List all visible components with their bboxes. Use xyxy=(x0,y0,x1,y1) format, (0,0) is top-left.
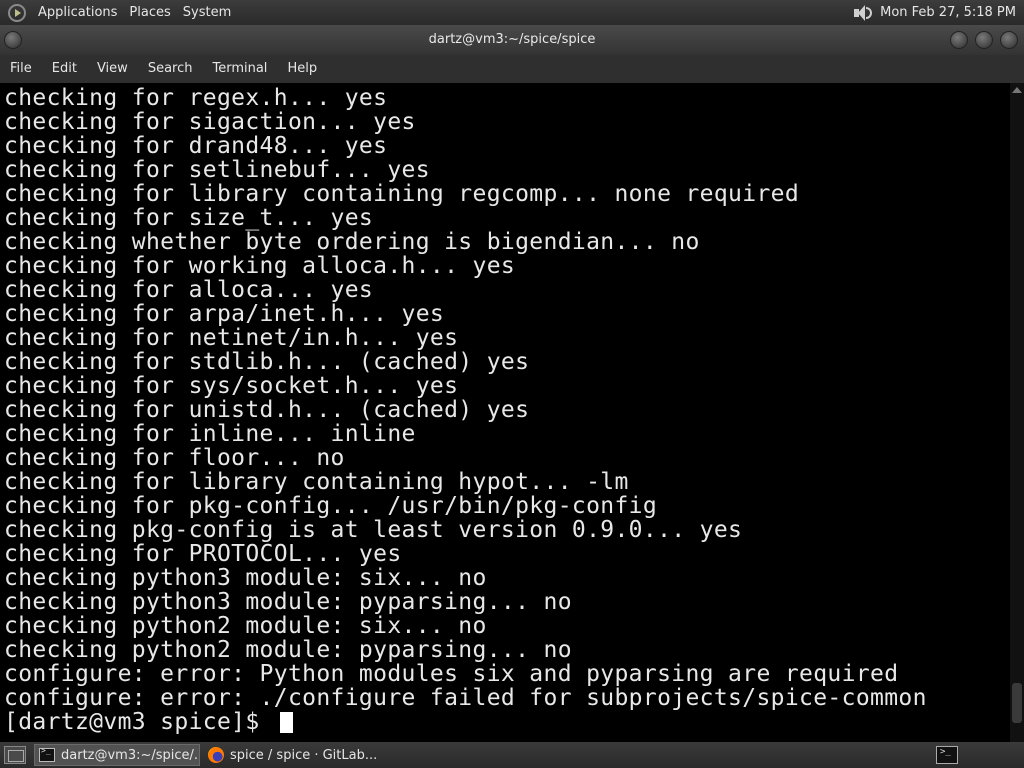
panel-menu-system[interactable]: System xyxy=(177,0,237,25)
terminal-line: checking for sigaction... yes xyxy=(4,109,416,135)
menu-help[interactable]: Help xyxy=(277,55,327,83)
terminal-line: checking for alloca... yes xyxy=(4,277,374,303)
scrollbar-thumb[interactable] xyxy=(1012,683,1022,723)
panel-menu-label: System xyxy=(182,5,232,20)
text-cursor xyxy=(279,711,293,733)
window-title: dartz@vm3:~/spice/spice xyxy=(428,32,596,47)
panel-menu-applications[interactable]: Applications xyxy=(32,0,123,25)
menu-edit[interactable]: Edit xyxy=(42,55,87,83)
terminal-line: checking python2 module: pyparsing... no xyxy=(4,637,572,663)
volume-icon[interactable] xyxy=(852,4,873,22)
terminal-line: checking python3 module: six... no xyxy=(4,565,487,591)
taskbar-item-label: spice / spice · GitLab... xyxy=(230,747,378,763)
terminal-line: checking for floor... no xyxy=(4,445,345,471)
distro-logo-icon[interactable] xyxy=(8,3,26,22)
show-desktop-icon[interactable] xyxy=(4,746,26,764)
shell-prompt: [dartz@vm3 spice]$ xyxy=(4,709,274,735)
terminal-icon xyxy=(39,746,55,762)
firefox-icon xyxy=(208,747,224,763)
minimize-button[interactable] xyxy=(950,31,968,49)
terminal-line: configure: error: Python modules six and… xyxy=(4,661,899,687)
close-button[interactable] xyxy=(1000,31,1018,49)
terminal-line: checking for inline... inline xyxy=(4,421,416,447)
menu-search[interactable]: Search xyxy=(138,55,203,83)
menu-view[interactable]: View xyxy=(87,55,138,83)
panel-clock[interactable]: Mon Feb 27, 5:18 PM xyxy=(880,5,1016,20)
top-panel: Applications Places System Mon Feb 27, 5… xyxy=(0,0,1024,25)
terminal-line: checking for size_t... yes xyxy=(4,205,374,231)
terminal-line: checking for unistd.h... (cached) yes xyxy=(4,397,530,423)
terminal-line: checking pkg-config is at least version … xyxy=(4,517,743,543)
tray-terminal-icon[interactable] xyxy=(936,746,958,764)
terminal-line: checking for netinet/in.h... yes xyxy=(4,325,459,351)
terminal-line: checking for sys/socket.h... yes xyxy=(4,373,459,399)
terminal-line: checking for stdlib.h... (cached) yes xyxy=(4,349,530,375)
maximize-button[interactable] xyxy=(975,31,993,49)
panel-menu-places[interactable]: Places xyxy=(123,0,176,25)
bottom-taskbar: dartz@vm3:~/spice/... spice / spice · Gi… xyxy=(0,742,1024,768)
terminal-line: checking python2 module: six... no xyxy=(4,613,487,639)
window-menu-button[interactable] xyxy=(4,31,22,49)
terminal-scrollbar[interactable] xyxy=(1010,83,1024,742)
scroll-up-arrow-icon[interactable] xyxy=(1012,87,1022,93)
terminal-line: checking whether byte ordering is bigend… xyxy=(4,229,700,255)
shell-prompt-line[interactable]: [dartz@vm3 spice]$ xyxy=(4,710,1010,734)
panel-tray: Mon Feb 27, 5:18 PM xyxy=(852,0,1024,25)
panel-menu-label: Places xyxy=(129,5,171,20)
terminal-line: checking for library containing regcomp.… xyxy=(4,181,800,207)
terminal-line: checking for library containing hypot...… xyxy=(4,469,629,495)
terminal-line: checking for working alloca.h... yes xyxy=(4,253,516,279)
terminal-line: checking for setlinebuf... yes xyxy=(4,157,430,183)
menu-file[interactable]: File xyxy=(0,55,42,83)
terminal-line: checking for regex.h... yes xyxy=(4,85,388,111)
terminal-line: checking for PROTOCOL... yes xyxy=(4,541,402,567)
terminal-line: checking for pkg-config... /usr/bin/pkg-… xyxy=(4,493,658,519)
terminal-line: configure: error: ./configure failed for… xyxy=(4,685,927,711)
terminal-line: checking for drand48... yes xyxy=(4,133,388,159)
window-titlebar[interactable]: dartz@vm3:~/spice/spice xyxy=(0,25,1024,55)
terminal-menubar: File Edit View Search Terminal Help xyxy=(0,55,1024,83)
taskbar-item-firefox[interactable]: spice / spice · GitLab... xyxy=(204,744,384,766)
taskbar-item-terminal[interactable]: dartz@vm3:~/spice/... xyxy=(34,744,200,766)
terminal-line: checking python3 module: pyparsing... no xyxy=(4,589,572,615)
panel-menu-label: Applications xyxy=(38,5,118,20)
terminal-line: checking for arpa/inet.h... yes xyxy=(4,301,445,327)
taskbar-item-label: dartz@vm3:~/spice/... xyxy=(61,747,200,763)
menu-terminal[interactable]: Terminal xyxy=(202,55,277,83)
terminal-output[interactable]: checking for regex.h... yes checking for… xyxy=(0,83,1010,742)
